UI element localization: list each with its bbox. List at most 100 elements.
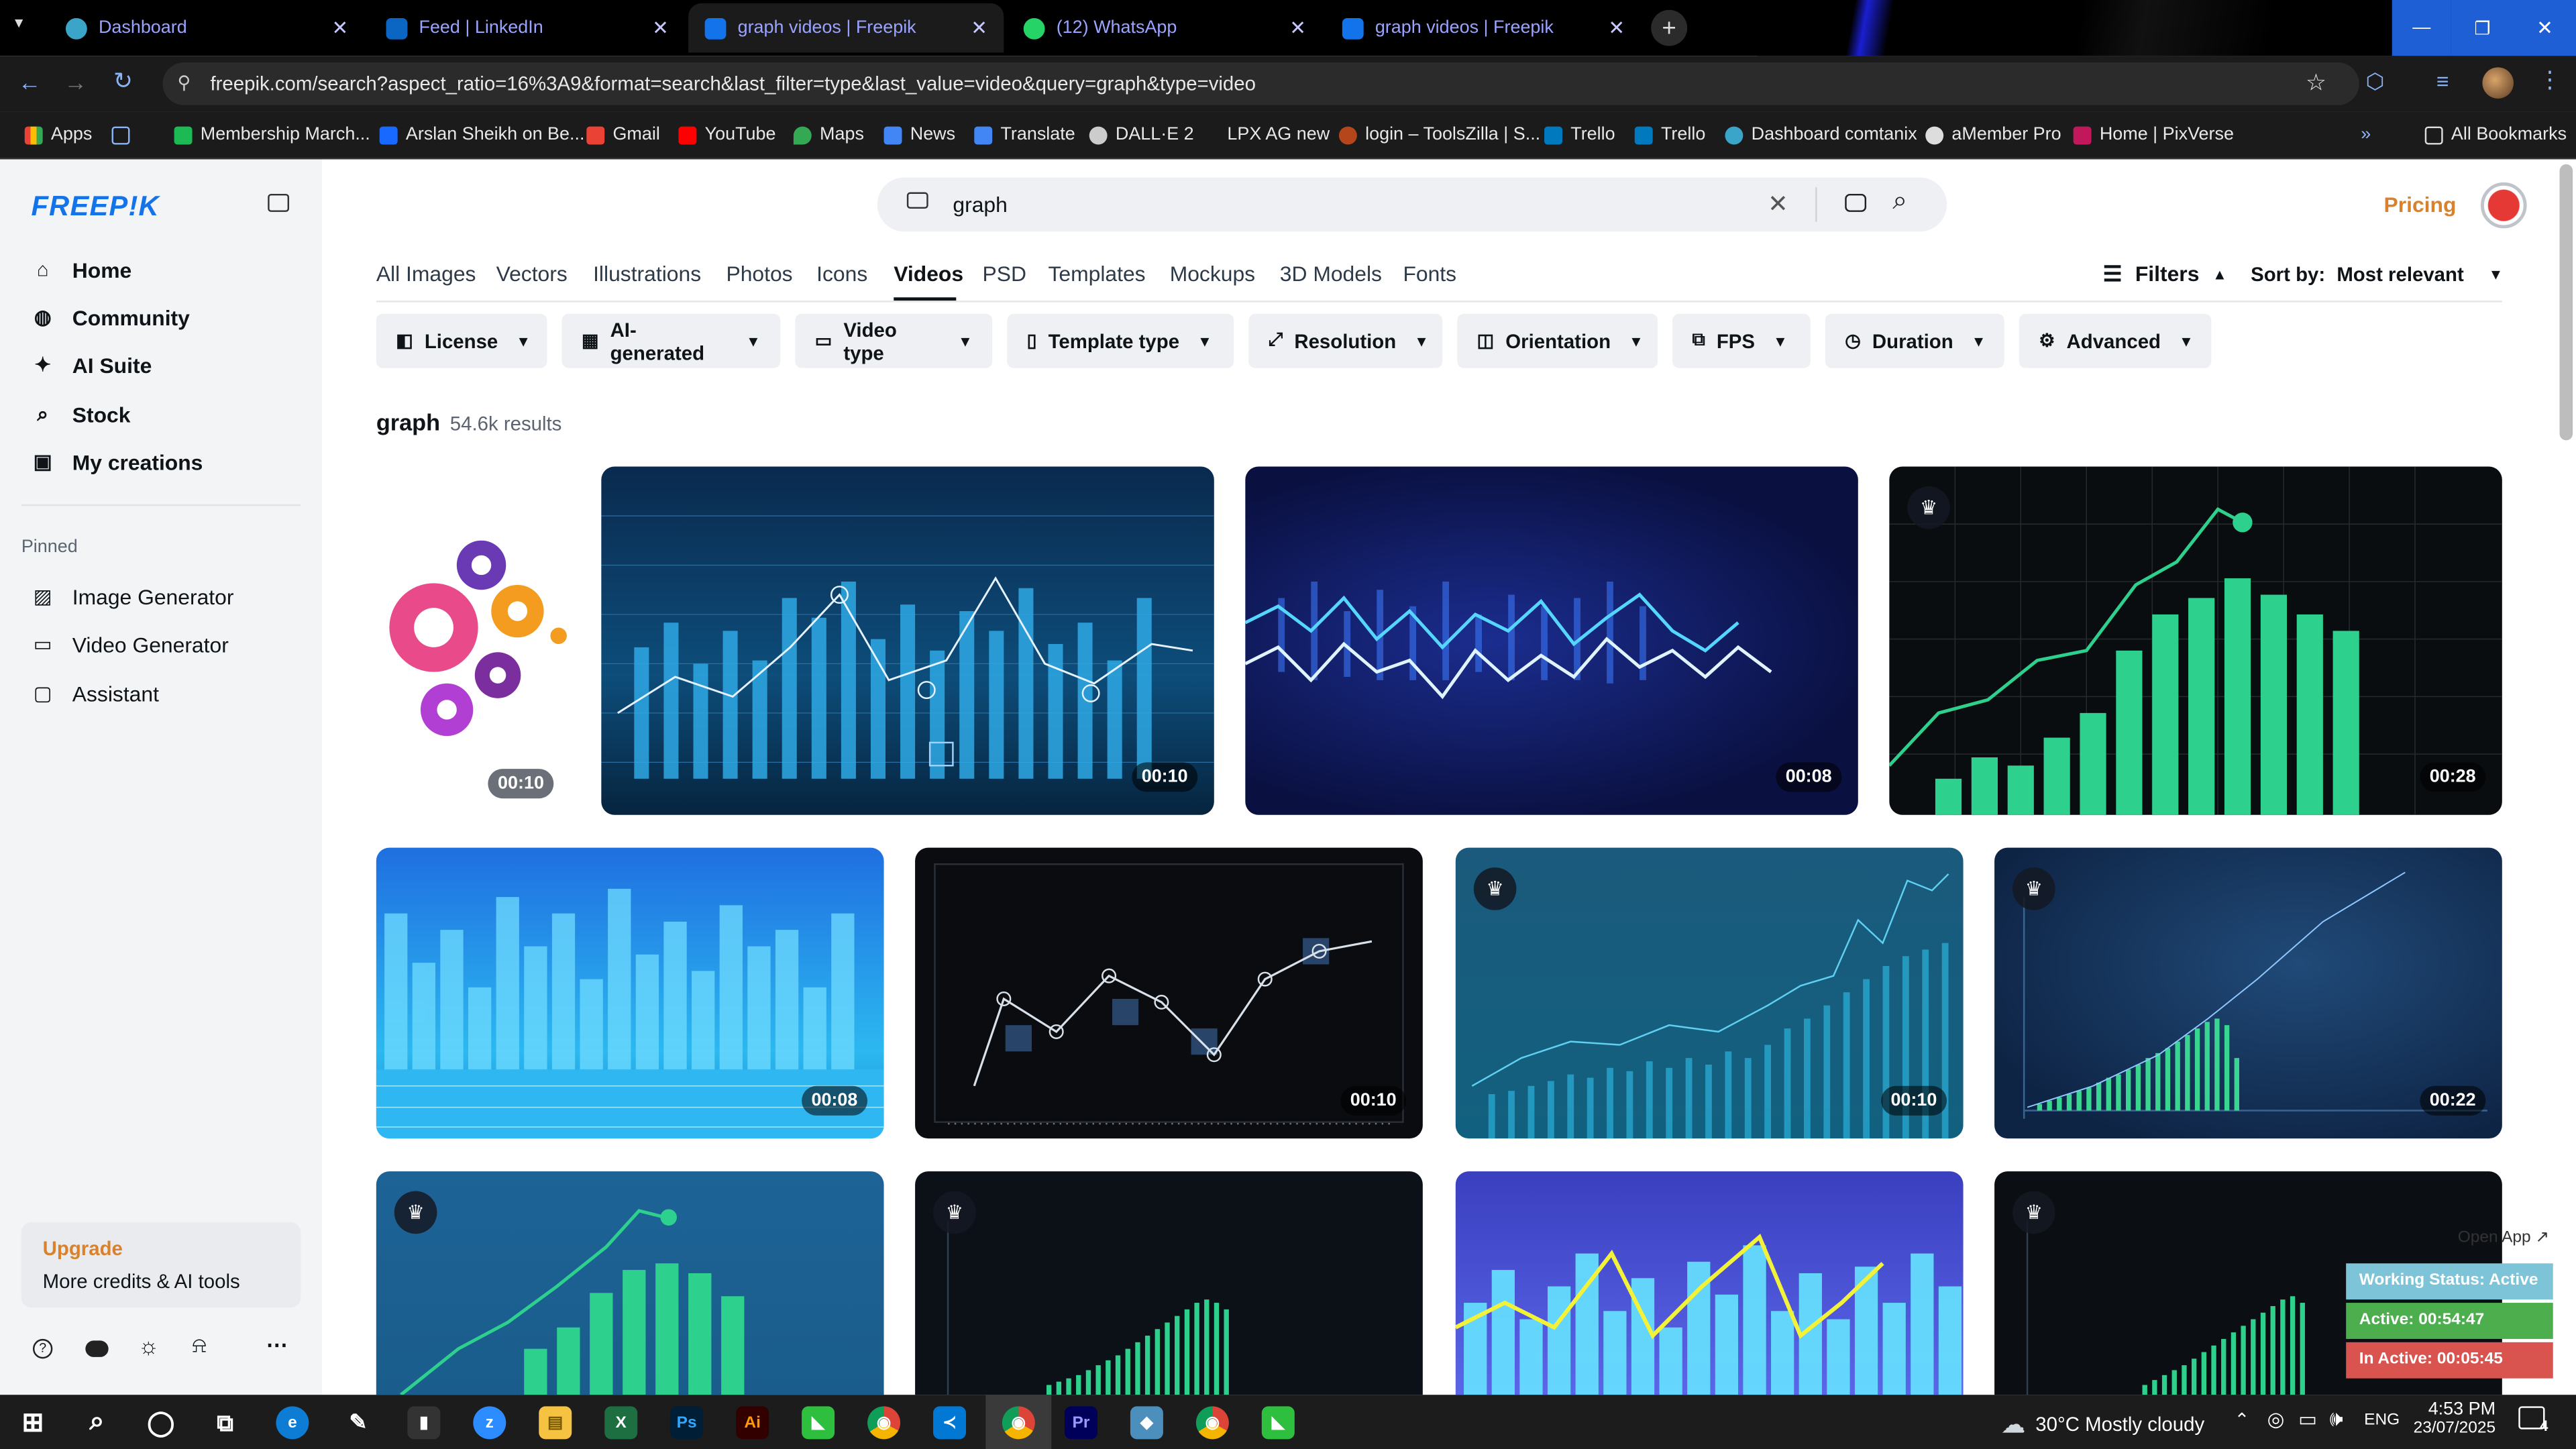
sidebar-item-stock[interactable]: ⌕ Stock: [33, 396, 130, 432]
search-bar[interactable]: graph ✕ ⌕: [877, 177, 1947, 232]
illustrator-icon[interactable]: Ai: [736, 1406, 769, 1440]
new-tab-button[interactable]: +: [1651, 9, 1688, 46]
weather-widget[interactable]: ☁ 30°C Mostly cloudy: [2001, 1409, 2204, 1440]
chrome-2-icon[interactable]: ◉: [1195, 1406, 1229, 1440]
tab-icons[interactable]: Icons: [816, 261, 867, 286]
filter-orientation[interactable]: ◫ Orientation ▼: [1457, 313, 1658, 368]
forward-icon[interactable]: →: [64, 69, 87, 95]
restore-button[interactable]: ❐: [2451, 0, 2514, 56]
premiere-icon[interactable]: Pr: [1064, 1406, 1097, 1440]
sidebar-item-image-generator[interactable]: ▨ Image Generator: [33, 578, 234, 614]
tab-search-icon[interactable]: ▾: [15, 15, 23, 33]
tab-templates[interactable]: Templates: [1048, 261, 1145, 286]
app-green-icon[interactable]: ◣: [802, 1406, 835, 1440]
app-green-2-icon[interactable]: ◣: [1261, 1406, 1295, 1440]
pricing-link[interactable]: Pricing: [2383, 193, 2456, 217]
bookmark-pixverse[interactable]: Home | PixVerse: [2073, 121, 2234, 148]
tab-close-icon[interactable]: ✕: [652, 16, 669, 39]
tray-app-icon[interactable]: ◎: [2267, 1408, 2285, 1431]
sort-by[interactable]: Sort by: Most relevant ▼: [2251, 263, 2503, 286]
bookmark-dalle[interactable]: DALL·E 2: [1089, 121, 1194, 148]
clock[interactable]: 4:53 PM 23/07/2025: [2414, 1400, 2496, 1438]
bookmark-membership[interactable]: Membership March...: [174, 121, 370, 148]
reload-icon[interactable]: ↻: [113, 67, 133, 95]
tab-all-images[interactable]: All Images: [376, 261, 476, 286]
bookmark-gmail[interactable]: Gmail: [586, 121, 660, 148]
tab-linkedin[interactable]: Feed | LinkedIn ✕: [370, 3, 685, 52]
bookmark-trello-1[interactable]: Trello: [1544, 121, 1615, 148]
freepik-logo[interactable]: FREEP!K: [32, 191, 160, 223]
tab-close-icon[interactable]: ✕: [1608, 16, 1625, 39]
sidebar-item-video-generator[interactable]: ▭ Video Generator: [33, 626, 229, 662]
video-card[interactable]: 00:10: [376, 466, 570, 815]
bookmark-youtube[interactable]: YouTube: [678, 121, 776, 148]
terminal-icon[interactable]: ▮: [407, 1406, 441, 1440]
tab-whatsapp[interactable]: (12) WhatsApp ✕: [1007, 3, 1322, 52]
sidebar-item-home[interactable]: ⌂ Home: [33, 252, 131, 288]
photoshop-icon[interactable]: Ps: [670, 1406, 704, 1440]
tab-3d-models[interactable]: 3D Models: [1280, 261, 1382, 286]
video-card[interactable]: 00:08: [1245, 466, 1858, 815]
video-card[interactable]: 00:10: [601, 466, 1214, 815]
theme-sun-icon[interactable]: ☼: [138, 1332, 159, 1358]
camera-search-icon[interactable]: [1845, 193, 1867, 212]
filter-duration[interactable]: ◷ Duration ▼: [1825, 313, 2004, 368]
more-bookmarks-button[interactable]: »: [2361, 121, 2371, 148]
tab-freepik-2[interactable]: graph videos | Freepik ✕: [1326, 3, 1641, 52]
tab-close-icon[interactable]: ✕: [332, 16, 349, 39]
chrome-active-icon[interactable]: ◉: [1002, 1406, 1035, 1440]
filter-template-type[interactable]: ▯ Template type ▼: [1007, 313, 1234, 368]
language-indicator[interactable]: ENG: [2364, 1411, 2400, 1430]
sidebar-item-ai-suite[interactable]: ✦ AI Suite: [33, 347, 152, 383]
tab-photos[interactable]: Photos: [726, 261, 792, 286]
video-card[interactable]: [1455, 1171, 1964, 1395]
edge-icon[interactable]: e: [276, 1406, 309, 1440]
bookmark-grid[interactable]: [111, 121, 130, 148]
video-card[interactable]: 00:10: [915, 847, 1423, 1139]
bookmark-behance[interactable]: Arslan Sheikh on Be...: [379, 121, 584, 148]
close-window-button[interactable]: ✕: [2513, 0, 2576, 56]
tab-freepik-active[interactable]: graph videos | Freepik ✕: [688, 3, 1004, 53]
more-options-icon[interactable]: ⋯: [266, 1332, 288, 1358]
vscode-icon[interactable]: ≺: [933, 1406, 967, 1440]
media-icon[interactable]: ≡: [2436, 69, 2449, 94]
back-icon[interactable]: ←: [18, 69, 41, 95]
site-info-icon[interactable]: ⚲: [177, 72, 191, 93]
filter-ai-generated[interactable]: ▦ AI-generated ▼: [561, 313, 781, 368]
tab-close-icon[interactable]: ✕: [971, 16, 987, 39]
sidebar-item-assistant[interactable]: ▢ Assistant: [33, 676, 159, 712]
bookmark-translate[interactable]: Translate: [974, 121, 1075, 148]
tab-mockups[interactable]: Mockups: [1170, 261, 1255, 286]
video-card[interactable]: ♛ 00:10: [1455, 847, 1964, 1139]
task-view-icon[interactable]: ⧉: [209, 1406, 241, 1439]
filter-license[interactable]: ◧ License ▼: [376, 313, 547, 368]
zoom-icon[interactable]: z: [473, 1406, 506, 1440]
video-card[interactable]: ♛ 00:22: [1994, 847, 2502, 1139]
video-card[interactable]: 00:08: [376, 847, 884, 1139]
tab-videos[interactable]: Videos: [894, 261, 963, 286]
bookmark-trello-2[interactable]: Trello: [1634, 121, 1705, 148]
collapse-sidebar-icon[interactable]: [268, 193, 290, 212]
all-bookmarks-button[interactable]: All Bookmarks: [2424, 121, 2567, 148]
excel-icon[interactable]: X: [604, 1406, 638, 1440]
filter-video-type[interactable]: ▭ Video type ▼: [795, 313, 993, 368]
filters-toggle[interactable]: ☰ Filters ▲: [2103, 261, 2227, 287]
pen-icon[interactable]: ✎: [341, 1406, 374, 1439]
tray-chevron-icon[interactable]: ⌃: [2235, 1409, 2250, 1431]
tab-psd[interactable]: PSD: [983, 261, 1026, 286]
video-card[interactable]: ♛: [376, 1171, 884, 1395]
bookmark-news[interactable]: News: [883, 121, 955, 148]
bookmark-lpx[interactable]: LPX AG new: [1201, 121, 1330, 148]
upgrade-card[interactable]: Upgrade More credits & AI tools: [21, 1222, 301, 1308]
notification-bell-icon[interactable]: ⍾: [193, 1332, 207, 1358]
clear-search-icon[interactable]: ✕: [1768, 189, 1788, 219]
bookmark-toolszilla[interactable]: login – ToolsZilla | S...: [1338, 121, 1540, 148]
tab-illustrations[interactable]: Illustrations: [593, 261, 701, 286]
bookmark-amember[interactable]: aMember Pro: [1925, 121, 2061, 148]
volume-icon[interactable]: 🕪: [2330, 1406, 2343, 1432]
network-icon[interactable]: ▭: [2298, 1408, 2317, 1431]
filter-fps[interactable]: ⧉ FPS ▼: [1672, 313, 1811, 368]
bookmark-star-icon[interactable]: ☆: [2306, 69, 2326, 97]
tab-close-icon[interactable]: ✕: [1289, 16, 1306, 39]
extension-icon[interactable]: ⬡: [2366, 69, 2385, 95]
